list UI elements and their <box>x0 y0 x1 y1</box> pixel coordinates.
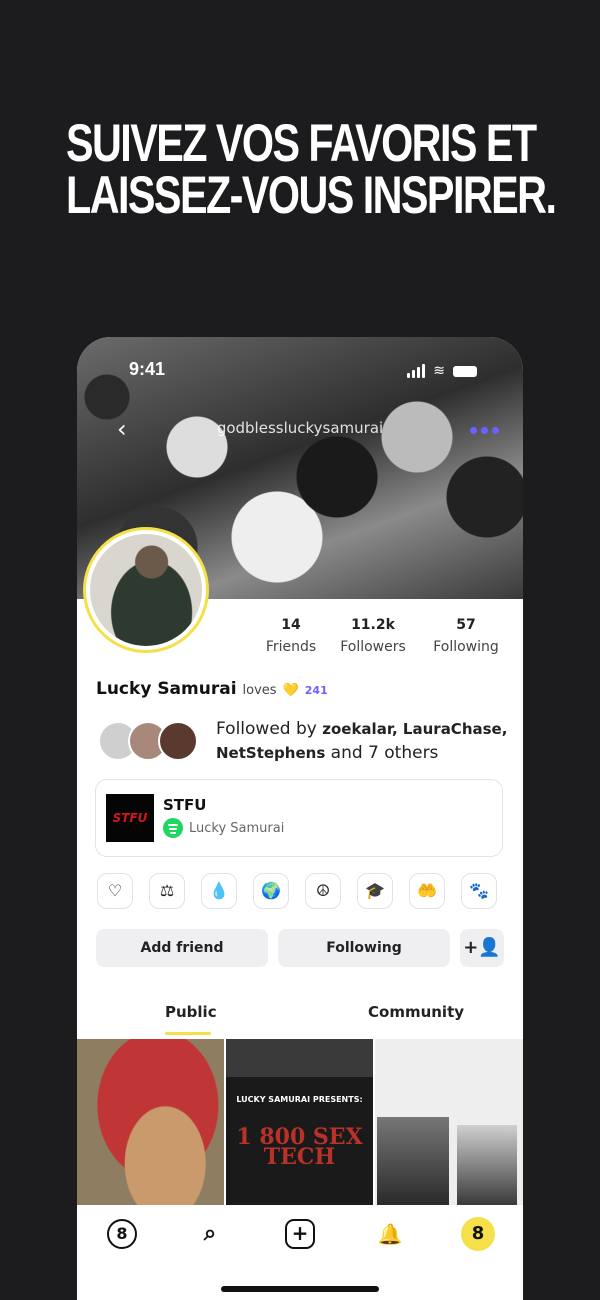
add-person-icon[interactable]: +👤 <box>460 929 504 967</box>
track-artist: Lucky Samurai <box>189 821 285 836</box>
headline: SUIVEZ VOS FAVORIS ET LAISSEZ-VOUS INSPI… <box>66 114 557 225</box>
post-thumbnail[interactable] <box>77 1039 224 1205</box>
tab-community[interactable]: Community <box>368 1003 464 1021</box>
post-title-text: 1 800 SEX TECH <box>236 1124 363 1170</box>
signal-icon <box>407 364 426 378</box>
profile-handle: godblessluckysamurai <box>216 419 384 437</box>
stat-label: Friends <box>265 639 317 655</box>
battery-icon <box>453 365 477 377</box>
add-post-icon[interactable]: + <box>285 1219 315 1249</box>
search-icon[interactable]: ⌕ <box>195 1219 225 1249</box>
stat-friends[interactable]: 14 Friends <box>257 617 325 655</box>
track-title: STFU <box>163 796 207 814</box>
graduation-cap-icon[interactable]: 🎓 <box>357 873 393 909</box>
wifi-icon: ≋ <box>433 363 445 379</box>
stat-value: 57 <box>456 617 476 633</box>
profile-stats: 14 Friends 11.2k Followers 57 Following <box>257 617 517 655</box>
profile-actions: Add friend Following +👤 <box>96 929 504 967</box>
following-button[interactable]: Following <box>278 929 450 967</box>
post-thumbnail[interactable] <box>375 1039 523 1205</box>
globe-icon[interactable]: 🌍 <box>253 873 289 909</box>
stat-followers[interactable]: 11.2k Followers <box>325 617 421 655</box>
active-tab-indicator <box>165 1032 211 1035</box>
stat-following[interactable]: 57 Following <box>421 617 511 655</box>
status-time: 9:41 <box>129 359 166 379</box>
profile-name: Lucky Samurai <box>96 679 237 699</box>
notifications-icon[interactable]: 🔔 <box>375 1219 405 1249</box>
add-friend-button[interactable]: Add friend <box>96 929 268 967</box>
status-icons: ≋ <box>407 363 477 379</box>
followed-by-names: zoekalar, LauraChase, <box>322 720 508 738</box>
profile-icon[interactable]: 8 <box>461 1217 495 1251</box>
scales-icon[interactable]: ⚖ <box>149 873 185 909</box>
track-cover-art: STFU <box>106 794 154 842</box>
bottom-nav: 8 ⌕ + 🔔 8 <box>77 1205 523 1265</box>
name-row: Lucky Samurai loves 💛 241 <box>96 679 328 699</box>
stat-label: Following <box>433 639 499 655</box>
spotify-icon <box>163 818 183 838</box>
avatar[interactable] <box>83 527 209 653</box>
tab-public[interactable]: Public <box>165 1003 217 1021</box>
avatar <box>158 721 198 761</box>
more-options-icon[interactable] <box>470 427 499 434</box>
followed-by-text: Followed by zoekalar, LauraChase, NetSte… <box>216 717 516 765</box>
status-bar: 9:41 ≋ <box>77 359 523 383</box>
avatar-photo <box>90 534 202 646</box>
headline-line-2: LAISSEZ-VOUS INSPIRER. <box>66 166 557 225</box>
post-thumbnail[interactable]: LUCKY SAMURAI PRESENTS: 1 800 SEX TECH <box>226 1039 373 1205</box>
content-tabs: Public Community <box>77 997 523 1037</box>
profile-nav: ‹ godblessluckysamurai <box>77 415 523 443</box>
post-presents-text: LUCKY SAMURAI PRESENTS: <box>236 1095 363 1104</box>
headline-line-1: SUIVEZ VOS FAVORIS ET <box>66 114 537 173</box>
stat-label: Followers <box>340 639 406 655</box>
paw-icon[interactable]: 🐾 <box>461 873 497 909</box>
loves-count[interactable]: 241 <box>305 684 328 697</box>
stat-value: 11.2k <box>351 617 395 633</box>
peace-icon[interactable]: ☮ <box>305 873 341 909</box>
home-icon[interactable]: 8 <box>107 1219 137 1249</box>
follower-avatars <box>98 721 198 761</box>
followed-by-names-2: NetStephens <box>216 744 326 762</box>
heart-icon: 💛 <box>282 683 299 698</box>
followed-by-suffix: and 7 others <box>330 743 439 763</box>
stat-value: 14 <box>281 617 301 633</box>
heartbeat-icon[interactable]: ♡ <box>97 873 133 909</box>
featured-track[interactable]: STFU STFU Lucky Samurai <box>95 779 503 857</box>
charity-icon[interactable]: 🤲 <box>409 873 445 909</box>
interest-badges: ♡ ⚖ 💧 🌍 ☮ 🎓 🤲 🐾 <box>97 873 497 909</box>
drop-icon[interactable]: 💧 <box>201 873 237 909</box>
followed-by[interactable]: Followed by zoekalar, LauraChase, NetSte… <box>98 717 516 765</box>
followed-by-prefix: Followed by <box>216 719 317 739</box>
post-grid: LUCKY SAMURAI PRESENTS: 1 800 SEX TECH <box>77 1039 523 1205</box>
phone-screen: 9:41 ≋ ‹ godblessluckysamurai 14 Friends… <box>77 337 523 1300</box>
home-indicator <box>221 1286 379 1292</box>
loves-label: loves <box>242 683 277 698</box>
